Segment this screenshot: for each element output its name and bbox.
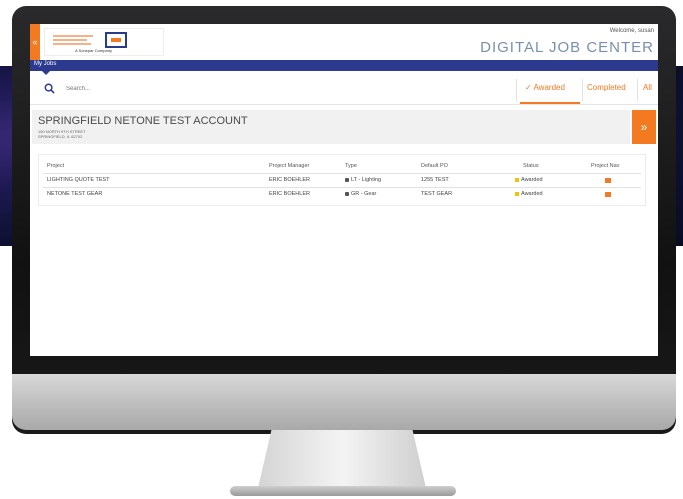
tab-awarded-underline (520, 102, 580, 104)
tab-divider (637, 79, 638, 101)
nav-my-jobs[interactable]: My Jobs (34, 61, 56, 67)
account-open-button[interactable]: » (632, 110, 656, 144)
account-header: SPRINGFIELD NETONE TEST ACCOUNT 150 NORT… (32, 110, 630, 144)
status-indicator (515, 177, 519, 182)
collapse-button[interactable]: « (30, 24, 40, 60)
type-icon (345, 191, 349, 196)
app-title: DIGITAL JOB CENTER (480, 39, 654, 56)
row1-status: Awarded (515, 177, 543, 183)
top-bar: « A Sonepar Company Welcome, susan DIGIT… (30, 24, 658, 60)
account-name: SPRINGFIELD NETONE TEST ACCOUNT (38, 115, 248, 127)
projects-table: Project Project Manager Type Default PO … (38, 154, 646, 206)
welcome-text: Welcome, susan (609, 28, 654, 34)
monitor-stand (258, 430, 426, 488)
row1-project[interactable]: LIGHTING QUOTE TEST (47, 177, 110, 183)
header-default-po[interactable]: Default PO (421, 163, 448, 169)
project-nav-icon[interactable] (605, 178, 611, 183)
logo-line (53, 43, 91, 45)
row2-status: Awarded (515, 191, 543, 197)
row2-po: TEST GEAR (421, 191, 453, 197)
row1-status-label: Awarded (521, 177, 543, 183)
row2-project[interactable]: NETONE TEST GEAR (47, 191, 102, 197)
row1-manager: ERIC BOEHLER (269, 177, 310, 183)
nav-bar: My Jobs (30, 60, 658, 71)
tab-awarded[interactable]: ✓ Awarded (525, 83, 565, 92)
tab-divider (516, 79, 517, 101)
tab-divider (582, 79, 583, 101)
header-project-nav[interactable]: Project Nav (591, 163, 619, 169)
row1-po: 1255 TEST (421, 177, 449, 183)
type-icon (345, 177, 349, 182)
stage: « A Sonepar Company Welcome, susan DIGIT… (0, 0, 683, 499)
account-address-line2: SPRINGFIELD, IL 62702 (38, 134, 83, 139)
logo-line (53, 35, 93, 37)
tab-all[interactable]: All (643, 83, 652, 92)
screen: « A Sonepar Company Welcome, susan DIGIT… (30, 24, 658, 356)
header-status[interactable]: Status (523, 163, 539, 169)
status-indicator (515, 191, 519, 196)
company-logo[interactable]: A Sonepar Company (44, 28, 164, 56)
monitor-chin (12, 374, 676, 430)
header-project[interactable]: Project (47, 163, 64, 169)
logo-mark (105, 32, 127, 48)
row1-type: LT - Lighting (345, 177, 381, 183)
row1-type-label: LT - Lighting (351, 177, 382, 183)
header-type[interactable]: Type (345, 163, 357, 169)
search-row: ✓ Awarded Completed All (30, 71, 658, 105)
project-nav-icon[interactable] (605, 192, 611, 197)
row2-type: GR - Gear (345, 191, 376, 197)
row2-status-label: Awarded (521, 191, 543, 197)
search-icon[interactable] (44, 83, 55, 94)
search-input[interactable] (66, 83, 266, 95)
tab-completed[interactable]: Completed (587, 83, 626, 92)
row2-type-label: GR - Gear (351, 191, 377, 197)
monitor-base (230, 486, 456, 496)
row-divider (43, 173, 641, 174)
row2-manager: ERIC BOEHLER (269, 191, 310, 197)
logo-subtitle: A Sonepar Company (75, 48, 112, 53)
header-project-manager[interactable]: Project Manager (269, 163, 309, 169)
row-divider (43, 187, 641, 188)
logo-line (53, 39, 87, 41)
